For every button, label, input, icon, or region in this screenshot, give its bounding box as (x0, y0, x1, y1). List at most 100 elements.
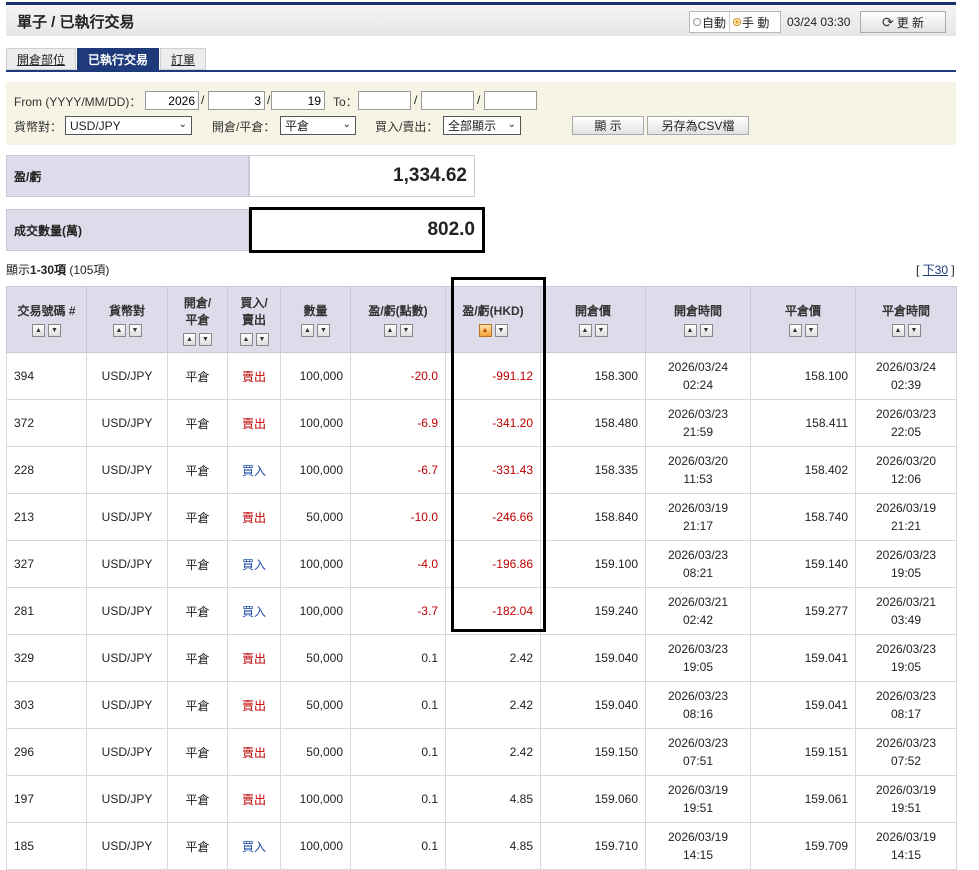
sort-ascending-icon[interactable]: ▲ (32, 324, 45, 337)
sort-descending-icon[interactable]: ▼ (804, 324, 818, 337)
cell-open-time-part: 2026/03/23 (667, 407, 729, 421)
pl-summary-row: 盈/虧 1,334.62 (6, 155, 476, 197)
tab-executed-trades[interactable]: 已執行交易 (77, 48, 160, 70)
table-row: 394 USD/JPY 平倉 賣出 100,000 -20.0 -991.12 158.300… (6, 352, 957, 400)
sort-controls: ▲ ▼ (283, 324, 348, 337)
sort-ascending-icon[interactable]: ▲ (239, 332, 253, 346)
cell-close-time: 2026/03/19 21:21 (855, 493, 957, 541)
cell-open-price: 158.840 (540, 493, 646, 541)
from-month-input[interactable] (208, 91, 265, 110)
sort-descending-icon[interactable]: ▼ (199, 332, 212, 346)
cell-pair: USD/JPY (86, 587, 168, 635)
next-page-link[interactable]: 下30 (923, 263, 948, 277)
cell-trade-id: 372 (6, 399, 87, 447)
col-header-label: 開倉時間 (673, 304, 722, 318)
sort-ascending-icon[interactable]: ▲ (891, 324, 905, 337)
cell-close-time-stack: 2026/03/23 07:52 (863, 734, 949, 770)
cell-open-price: 158.480 (540, 399, 646, 447)
cell-pl-pips: 0.1 (350, 634, 446, 682)
cell-trade-id: 185 (6, 822, 87, 870)
openclose-select[interactable]: 平倉 ⌄ (280, 116, 356, 135)
sort-descending-icon[interactable]: ▼ (255, 332, 269, 346)
save-csv-button[interactable]: 另存為CSV檔 (647, 116, 749, 135)
cell-buy-sell: 賣出 (227, 634, 281, 682)
cell-pl-hkd: -991.12 (445, 352, 541, 400)
cell-pl-pips: -10.0 (350, 493, 446, 541)
mode-auto-option[interactable]: 自動 (690, 12, 729, 32)
mode-auto-label: 自動 (702, 15, 727, 30)
trades-table: 交易號碼 # ▲ ▼ 貨幣對 ▲ ▼ 開倉/ 平倉 ▲ ▼ 買入/ 賣出 ▲ ▼ 數量 ▲ ▼ 盈/虧(點數)… (6, 286, 957, 870)
sort-descending-icon[interactable]: ▼ (48, 324, 61, 337)
show-button[interactable]: 顯 示 (572, 116, 644, 135)
cell-pair: USD/JPY (86, 399, 168, 447)
from-day-input[interactable] (271, 91, 325, 110)
cell-open-time-stack: 2026/03/23 08:21 (653, 546, 743, 582)
result-count-prefix: 顯示 (6, 263, 31, 277)
col-header-pl-hkd: 盈/虧(HKD) ▲ ▼ (445, 286, 541, 353)
cell-close-price: 159.041 (750, 681, 856, 729)
cell-buy-sell: 買入 (227, 446, 281, 494)
sort-ascending-icon[interactable]: ▲ (383, 324, 397, 337)
cell-close-time-stack: 2026/03/19 19:51 (863, 781, 949, 817)
refresh-icon: ⟳ (881, 13, 894, 30)
cell-trade-id: 296 (6, 728, 87, 776)
sort-descending-icon[interactable]: ▼ (907, 324, 921, 337)
sort-ascending-icon[interactable]: ▲ (112, 324, 126, 337)
tab-open-positions[interactable]: 開倉部位 (6, 48, 77, 70)
cell-open-time-stack: 2026/03/23 19:05 (653, 640, 743, 676)
from-year-input[interactable] (145, 91, 199, 110)
sort-descending-icon[interactable]: ▼ (699, 324, 713, 337)
sort-descending-icon[interactable]: ▼ (399, 324, 413, 337)
pair-select-value: USD/JPY (70, 118, 121, 133)
cell-close-price: 159.709 (750, 822, 856, 870)
sort-ascending-icon[interactable]: ▲ (183, 332, 196, 346)
sort-ascending-icon[interactable]: ▲ (578, 324, 592, 337)
sort-descending-icon[interactable]: ▼ (128, 324, 142, 337)
pair-select[interactable]: USD/JPY ⌄ (65, 116, 192, 135)
col-header-trade-id: 交易號碼 # ▲ ▼ (6, 286, 87, 353)
cell-open-time: 2026/03/23 08:16 (645, 681, 751, 729)
chevron-down-icon: ⌄ (342, 119, 351, 130)
date-separator: / (267, 93, 271, 107)
tab-divider (6, 70, 956, 72)
cell-open-price: 159.060 (540, 775, 646, 823)
buysell-select[interactable]: 全部顯示 ⌄ (443, 116, 521, 135)
cell-pl-hkd: 2.42 (445, 681, 541, 729)
filter-panel: From (YYYY/MM/DD)： / / To： / / 貨幣對： USD/… (6, 82, 956, 145)
cell-open-time-part: 02:42 (682, 613, 714, 627)
cell-pl-hkd: 2.42 (445, 728, 541, 776)
cell-open-price: 159.040 (540, 681, 646, 729)
cell-open-time-part: 19:51 (682, 801, 714, 815)
table-body: 394 USD/JPY 平倉 賣出 100,000 -20.0 -991.12 158.300… (6, 352, 957, 870)
sort-ascending-icon[interactable]: ▲ (478, 324, 492, 337)
cell-buy-sell: 賣出 (227, 352, 281, 400)
sort-ascending-icon[interactable]: ▲ (301, 324, 314, 337)
volume-summary-label: 成交數量(萬) (6, 209, 249, 251)
cell-pair: USD/JPY (86, 775, 168, 823)
tab-orders[interactable]: 訂單 (160, 48, 207, 70)
cell-open-close: 平倉 (167, 822, 228, 870)
sort-ascending-icon[interactable]: ▲ (683, 324, 697, 337)
sort-descending-icon[interactable]: ▼ (494, 324, 508, 337)
mode-manual-option[interactable]: 手 動 (729, 12, 772, 32)
sort-ascending-icon[interactable]: ▲ (788, 324, 802, 337)
cell-close-time: 2026/03/21 03:49 (855, 587, 957, 635)
col-header-open-time: 開倉時間 ▲ ▼ (645, 286, 751, 353)
sort-descending-icon[interactable]: ▼ (317, 324, 330, 337)
cell-open-price: 159.040 (540, 634, 646, 682)
sort-controls: ▲ ▼ (753, 324, 853, 337)
to-month-input[interactable] (421, 91, 474, 110)
to-year-input[interactable] (358, 91, 411, 110)
refresh-button[interactable]: ⟳ 更 新 (860, 11, 946, 33)
cell-pl-pips: 0.1 (350, 728, 446, 776)
cell-close-time-part: 2026/03/19 (875, 783, 937, 797)
cell-quantity: 100,000 (280, 775, 351, 823)
cell-close-time-stack: 2026/03/20 12:06 (863, 452, 949, 488)
to-day-input[interactable] (484, 91, 537, 110)
sort-descending-icon[interactable]: ▼ (594, 324, 608, 337)
cell-pl-hkd: 4.85 (445, 775, 541, 823)
cell-open-time-stack: 2026/03/23 07:51 (653, 734, 743, 770)
cell-open-time-stack: 2026/03/19 19:51 (653, 781, 743, 817)
cell-open-time: 2026/03/20 11:53 (645, 446, 751, 494)
result-count-range: 1-30項 (30, 263, 67, 277)
